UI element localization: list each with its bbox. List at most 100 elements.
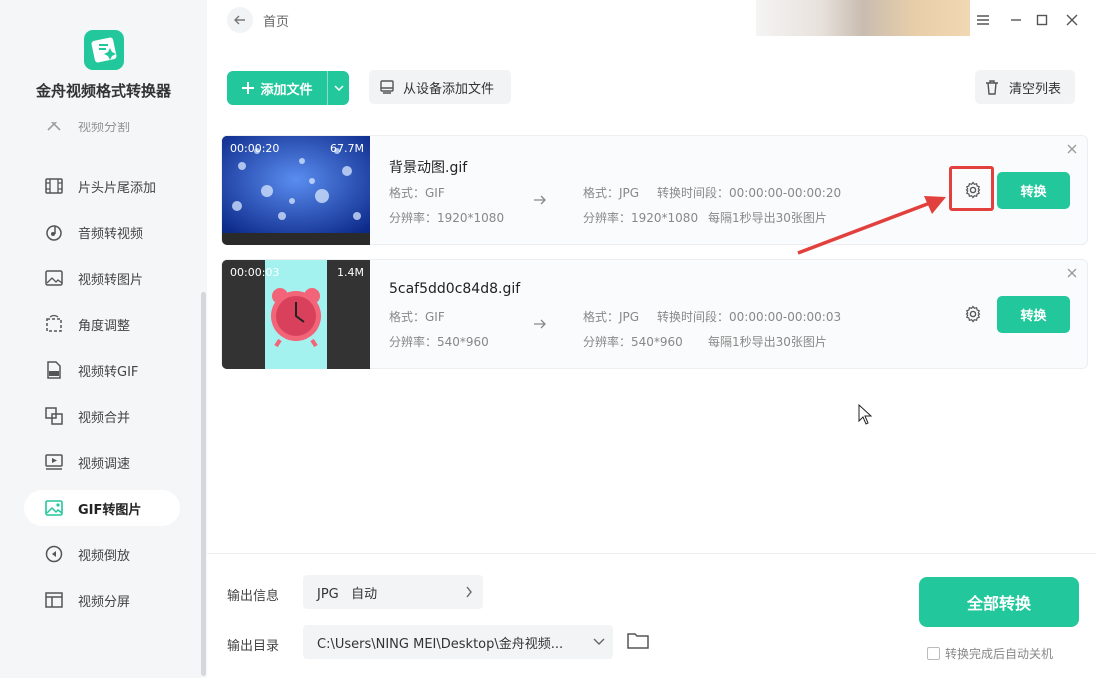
- sidebar-item-video-to-image[interactable]: 视频转图片: [24, 260, 180, 296]
- rotate-icon: [46, 314, 62, 332]
- open-folder-button[interactable]: [627, 631, 649, 653]
- gear-icon: [965, 305, 981, 323]
- trash-icon: [986, 80, 998, 95]
- convert-arrow-icon: [533, 194, 547, 210]
- image-icon: [45, 270, 63, 286]
- cut-icon: [47, 122, 61, 131]
- sidebar-item-label: 视频合并: [78, 410, 131, 426]
- minimize-icon: [1011, 19, 1021, 21]
- sidebar-item-intro-outro[interactable]: 片头片尾添加: [24, 168, 180, 204]
- close-button[interactable]: [1062, 10, 1082, 30]
- size-label: 67.7M: [330, 142, 364, 155]
- output-info-value: JPG 自动: [317, 586, 378, 602]
- sidebar-item-video-merge[interactable]: 视频合并: [24, 398, 180, 434]
- add-from-device-button[interactable]: 从设备添加文件: [369, 70, 511, 104]
- auto-shutdown-label: 转换完成后自动关机: [945, 647, 1054, 661]
- convert-button[interactable]: 转换: [997, 296, 1070, 333]
- clear-list-label: 清空列表: [1009, 81, 1062, 97]
- breadcrumb[interactable]: 首页: [263, 11, 289, 30]
- convert-arrow-icon: [533, 318, 547, 334]
- sidebar-item-video-speed[interactable]: 视频调速: [24, 444, 180, 480]
- source-format: 格式：GIF: [389, 186, 445, 200]
- sidebar-item-split-screen[interactable]: 视频分屏: [24, 582, 180, 618]
- maximize-button[interactable]: [1032, 10, 1052, 30]
- sidebar-item-label: 视频倒放: [78, 548, 131, 564]
- remove-file-button[interactable]: [1065, 266, 1079, 280]
- add-file-button[interactable]: 添加文件: [227, 71, 349, 105]
- back-button[interactable]: [227, 7, 253, 33]
- duration-label: 00:00:03: [230, 266, 280, 279]
- video-thumbnail[interactable]: 00:00:20 67.7M: [222, 136, 370, 245]
- clear-list-button[interactable]: 清空列表: [975, 70, 1075, 104]
- maximize-icon: [1036, 14, 1048, 26]
- settings-button[interactable]: [961, 302, 985, 326]
- sidebar-item-rotate[interactable]: 角度调整: [24, 306, 180, 342]
- top-bar: 首页: [207, 0, 1096, 40]
- remove-file-button[interactable]: [1065, 142, 1079, 156]
- minimize-button[interactable]: [1006, 10, 1026, 30]
- target-resolution: 分辨率：1920*1080: [583, 211, 699, 225]
- file-name: 背景动图.gif: [389, 160, 468, 176]
- close-icon: [1067, 268, 1077, 278]
- reverse-icon: [45, 545, 63, 563]
- app-logo: [84, 30, 124, 70]
- split-screen-icon: [45, 592, 63, 608]
- video-thumbnail[interactable]: 00:00:03 1.4M: [222, 260, 370, 369]
- file-name: 5caf5dd0c84d8.gif: [389, 281, 521, 297]
- gif-image-icon: [45, 500, 63, 516]
- app-title: 金舟视频格式转换器: [35, 82, 171, 100]
- convert-all-button[interactable]: 全部转换: [919, 577, 1079, 627]
- source-resolution: 分辨率：1920*1080: [389, 211, 505, 225]
- time-range: 转换时间段：00:00:00-00:00:03: [657, 310, 842, 324]
- output-dir-value: C:\Users\NING MEI\Desktop\金舟视频...: [317, 636, 564, 652]
- sidebar-item-label: 音频转视频: [78, 226, 144, 242]
- sidebar-item-label: 片头片尾添加: [78, 180, 157, 196]
- sidebar-item-gif-to-image[interactable]: GIF转图片: [24, 490, 180, 526]
- sidebar-item-audio-to-video[interactable]: 音频转视频: [24, 214, 180, 250]
- output-dir-label: 输出目录: [227, 639, 280, 654]
- auto-shutdown-option[interactable]: 转换完成后自动关机: [927, 645, 1053, 662]
- sidebar-item-video-split[interactable]: 视频分割: [24, 122, 180, 150]
- close-icon: [1067, 144, 1077, 154]
- file-card: 00:00:03 1.4M 5caf5dd0c84d8.gif 格式：GIF 分…: [221, 259, 1088, 369]
- export-rule: 每隔1秒导出30张图片: [708, 335, 827, 349]
- output-info-label: 输出信息: [227, 589, 280, 604]
- chevron-right-icon: [466, 586, 472, 598]
- plus-icon: [242, 82, 255, 94]
- add-from-device-label: 从设备添加文件: [403, 81, 495, 97]
- target-format: 格式：JPG: [583, 186, 640, 200]
- convert-button[interactable]: 转换: [997, 172, 1070, 209]
- sidebar-item-label: 角度调整: [78, 318, 131, 334]
- film-icon: [45, 178, 63, 194]
- sidebar-scrollbar[interactable]: [201, 292, 206, 676]
- target-format: 格式：JPG: [583, 310, 640, 324]
- chevron-down-icon: [593, 638, 605, 645]
- promo-banner[interactable]: [756, 0, 970, 36]
- sidebar-item-label: 视频转图片: [78, 272, 144, 288]
- speed-icon: [45, 454, 63, 470]
- merge-icon: [45, 407, 63, 425]
- menu-button[interactable]: [973, 10, 993, 30]
- auto-shutdown-checkbox[interactable]: [927, 647, 940, 660]
- sidebar: 金舟视频格式转换器 视频分割 片头片尾添加 音频转视频 视频转图片 角度调整 视…: [0, 0, 207, 678]
- export-rule: 每隔1秒导出30张图片: [708, 211, 827, 225]
- close-icon: [1066, 14, 1078, 26]
- chevron-down-icon: [333, 85, 344, 91]
- gif-file-icon: [47, 361, 61, 379]
- sidebar-item-label: 视频转GIF: [78, 364, 139, 380]
- highlight-box: [949, 166, 994, 211]
- output-info-selector[interactable]: JPG 自动: [303, 575, 483, 609]
- add-file-dropdown[interactable]: [328, 85, 349, 91]
- add-file-label: 添加文件: [260, 82, 313, 98]
- source-resolution: 分辨率：540*960: [389, 335, 489, 349]
- output-dir-select[interactable]: C:\Users\NING MEI\Desktop\金舟视频...: [303, 625, 613, 659]
- sidebar-item-video-reverse[interactable]: 视频倒放: [24, 536, 180, 572]
- device-icon: [380, 80, 394, 94]
- sidebar-item-label: 视频调速: [78, 456, 131, 472]
- sidebar-item-label: 视频分屏: [78, 594, 131, 610]
- arrow-left-icon: [234, 15, 245, 25]
- time-range: 转换时间段：00:00:00-00:00:20: [657, 186, 842, 200]
- sidebar-item-video-to-gif[interactable]: 视频转GIF: [24, 352, 180, 388]
- target-resolution: 分辨率：540*960: [583, 335, 683, 349]
- sidebar-item-label: 视频分割: [78, 122, 131, 135]
